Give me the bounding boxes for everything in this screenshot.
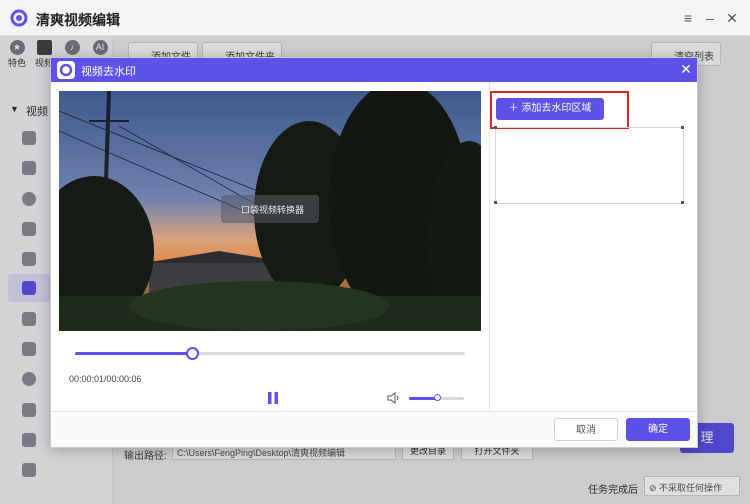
dialog-title: 视频去水印 [81,66,136,78]
video-preview[interactable]: 口袋视频转换器 [59,91,481,331]
highlight-box [490,91,629,129]
time-display: 00:00:01/00:00:06 [69,374,142,384]
volume-icon[interactable] [387,392,401,404]
seek-slider-fill [75,352,192,355]
dialog-close-icon[interactable]: ✕ [678,61,694,78]
close-window-icon[interactable]: ✕ [722,8,742,28]
seek-slider-thumb[interactable] [186,347,199,360]
minimize-icon[interactable]: – [700,8,720,28]
region-corner-handle[interactable] [494,126,497,129]
watermark-region-area[interactable] [494,126,684,204]
volume-slider-thumb[interactable] [433,394,441,401]
dialog-app-icon [57,61,75,79]
cancel-button[interactable]: 取消 [554,418,618,441]
region-corner-handle[interactable] [681,126,684,129]
dialog-header [51,58,697,82]
pause-icon[interactable] [266,391,280,405]
app-title: 清爽视频编辑 [36,12,120,28]
region-corner-handle[interactable] [494,201,497,204]
app-logo-icon [10,9,28,27]
divider [489,82,490,411]
watermark-dialog: 视频去水印 ✕ 口袋视频转换器 00:00:01/00:00:06 ＋ 添加去水… [50,57,698,448]
menu-icon[interactable]: ≡ [678,8,698,28]
volume-slider-fill [409,397,437,400]
region-corner-handle[interactable] [681,201,684,204]
watermark-text: 口袋视频转换器 [221,195,319,223]
confirm-button[interactable]: 确定 [626,418,690,441]
